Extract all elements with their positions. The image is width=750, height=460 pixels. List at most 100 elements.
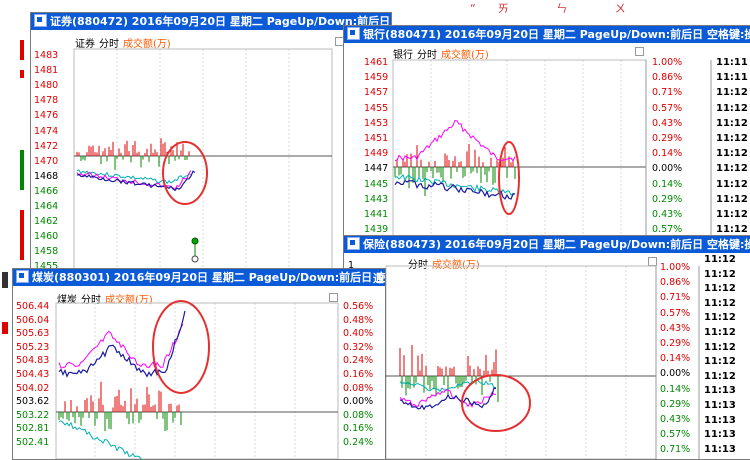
time-label: 11:13 xyxy=(704,443,736,455)
axis-tick-label: 506.44 xyxy=(16,301,50,312)
axis-tick-label: 504.43 xyxy=(16,369,50,380)
time-label: 11:12 xyxy=(704,268,736,280)
time-label: 11:12 xyxy=(716,224,748,236)
axis-tick-label: 0.00% xyxy=(652,163,683,175)
axis-tick-label: 1439 xyxy=(364,224,389,236)
time-label: 11:12 xyxy=(704,356,736,368)
time-label: 11:12 xyxy=(716,148,748,160)
time-label: 11:13 xyxy=(704,429,736,441)
axis-tick-label: 1.00% xyxy=(660,262,691,273)
coal-right-edge-label: 通 xyxy=(373,272,384,285)
background-left-strip-lower xyxy=(0,262,12,458)
axis-tick-label: 1457 xyxy=(364,87,389,99)
time-label: 11:12 xyxy=(704,254,736,265)
axis-tick-label: 1455 xyxy=(364,102,389,114)
axis-tick-label: 0.56% xyxy=(343,301,374,312)
axis-tick-label: 0.14% xyxy=(660,383,691,395)
axis-tick-label: 0.71% xyxy=(660,292,691,304)
time-label: 11:12 xyxy=(716,102,748,114)
axis-tick-label: 0.71% xyxy=(652,87,683,99)
axis-tick-label: 0.29% xyxy=(660,398,691,410)
axis-tick-label: 0.57% xyxy=(660,429,691,441)
axis-tick-label: 0.40% xyxy=(343,328,374,340)
axis-tick-label: 0.29% xyxy=(652,133,683,144)
time-label: 11:13 xyxy=(704,385,736,397)
axis-tick-label: 502.41 xyxy=(16,437,50,448)
time-label: 11:12 xyxy=(716,193,748,205)
axis-tick-label: 0.43% xyxy=(652,209,683,220)
axis-tick-label: 0.43% xyxy=(660,322,691,334)
axis-tick-label: 0.43% xyxy=(652,117,683,129)
axis-tick-label: 0.29% xyxy=(660,338,691,349)
axis-tick-label: 0.14% xyxy=(652,178,683,190)
axis-tick-label: 0.16% xyxy=(343,369,374,380)
axis-tick-label: 1.00% xyxy=(652,57,683,68)
axis-tick-label: 0.43% xyxy=(660,414,691,425)
securities-chart xyxy=(73,48,333,275)
securities-highlight-circle xyxy=(162,141,208,205)
background-left-strip xyxy=(0,0,30,260)
axis-tick-label: 0.24% xyxy=(343,355,374,367)
axis-tick-label: 0.29% xyxy=(652,193,683,205)
axis-tick-label: 505.23 xyxy=(16,341,50,353)
axis-tick-label: 1447 xyxy=(364,163,389,175)
coal-chart xyxy=(55,300,339,459)
axis-tick-label: 1459 xyxy=(364,72,389,84)
coal-window[interactable]: 煤炭(880301) 2016年09月20日 星期二 PageUp/Down:前… xyxy=(12,268,386,460)
time-label: 11:13 xyxy=(704,414,736,426)
axis-tick-label: 0.57% xyxy=(652,102,683,114)
time-label: 11:12 xyxy=(704,370,736,382)
axis-tick-label: 1449 xyxy=(364,148,389,160)
axis-tick-label: 0.08% xyxy=(343,409,374,421)
insurance-window[interactable]: 保险(880473) 2016年09月20日 星期二 PageUp/Down:前… xyxy=(343,235,750,460)
axis-tick-label: 0.86% xyxy=(660,277,691,289)
bank-window[interactable]: 银行(880471) 2016年09月20日 星期二 PageUp/Down:前… xyxy=(343,25,750,239)
axis-tick-label: 0.00% xyxy=(343,396,374,408)
axis-tick-label: 0.71% xyxy=(660,444,691,456)
time-label: 11:13 xyxy=(704,400,736,411)
time-label: 11:12 xyxy=(704,341,736,353)
axis-tick-label: 0.00% xyxy=(660,368,691,380)
axis-tick-label: 0.57% xyxy=(660,307,691,319)
background-fragment-top: “ㄞ ㄣ ㄨ xyxy=(470,2,648,15)
axis-tick-label: 0.08% xyxy=(343,382,374,394)
axis-tick-label: 1443 xyxy=(364,193,389,205)
axis-tick-label: 1441 xyxy=(364,209,389,220)
time-label: 11:12 xyxy=(716,87,748,99)
axis-tick-label: 0.57% xyxy=(652,224,683,236)
time-label: 11:11 xyxy=(716,72,748,84)
axis-tick-label: 502.81 xyxy=(16,423,50,435)
axis-tick-label: 503.62 xyxy=(16,396,50,408)
axis-tick-label: 0.32% xyxy=(343,341,374,353)
bank-chart xyxy=(392,59,712,238)
axis-tick-label: 506.04 xyxy=(16,314,50,326)
axis-tick-label: 0.14% xyxy=(652,148,683,160)
axis-tick-label: 0.86% xyxy=(652,72,683,84)
axis-tick-label: 504.83 xyxy=(16,355,50,367)
time-label: 11:12 xyxy=(716,163,748,175)
axis-tick-label: 503.22 xyxy=(16,409,50,421)
bank-highlight-circle xyxy=(498,141,520,215)
time-label: 11:12 xyxy=(704,297,736,309)
axis-tick-label: 1461 xyxy=(364,57,389,68)
axis-tick-label: 1451 xyxy=(364,133,389,144)
axis-tick-label: 504.02 xyxy=(16,382,50,394)
axis-tick-label: 0.14% xyxy=(660,353,691,365)
securities-window[interactable]: 证券(880472) 2016年09月20日 星期二 PageUp/Down:前… xyxy=(30,12,392,276)
time-label: 11:12 xyxy=(704,327,736,338)
insurance-highlight-circle xyxy=(461,374,531,432)
axis-tick-label: 0.48% xyxy=(343,314,374,326)
time-label: 11:12 xyxy=(716,209,748,220)
axis-tick-label: 505.63 xyxy=(16,328,50,340)
time-label: 11:12 xyxy=(704,312,736,324)
time-label: 11:12 xyxy=(716,117,748,129)
time-label: 11:12 xyxy=(704,283,736,295)
time-label: 11:12 xyxy=(716,178,748,190)
axis-tick-label: 1453 xyxy=(364,117,389,129)
time-label: 11:12 xyxy=(716,133,748,144)
axis-tick-label: 0.16% xyxy=(343,423,374,435)
axis-tick-label: 1445 xyxy=(364,178,389,190)
time-label: 11:11 xyxy=(716,57,748,68)
coal-highlight-circle xyxy=(152,300,210,394)
axis-tick-label: 0.24% xyxy=(343,437,374,448)
